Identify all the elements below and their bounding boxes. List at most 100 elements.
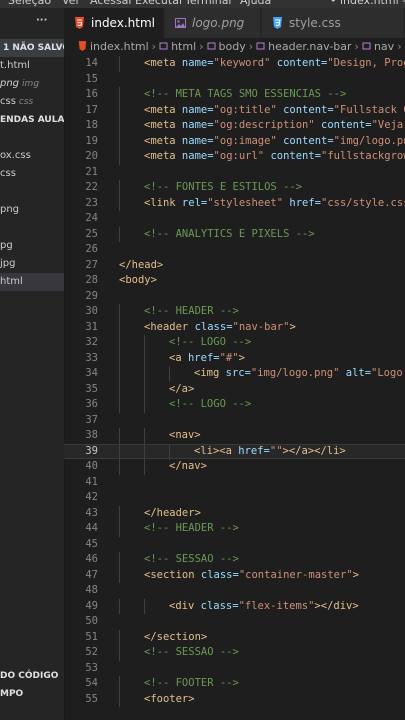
code-line[interactable]: 19 <meta name="og:image" content="img/log… xyxy=(64,133,405,149)
code-line[interactable]: 21 xyxy=(64,165,405,181)
code-token: "css/style.css xyxy=(321,196,405,209)
open-editors-unsaved[interactable]: 1 NÃO SALVO xyxy=(0,39,64,57)
breadcrumb-item[interactable]: body xyxy=(219,40,246,53)
code-line[interactable]: 15 xyxy=(64,72,405,88)
menu-item[interactable]: Acessar xyxy=(90,0,133,7)
code-line[interactable]: 49 <div class="flex-items"></div> xyxy=(64,598,405,614)
line-number: 24 xyxy=(85,212,98,224)
code-line[interactable]: 36 <!-- LOGO --> xyxy=(64,397,405,413)
sidebar-file-item[interactable]: jpg xyxy=(0,255,64,273)
code-line[interactable]: 27 </head> xyxy=(64,258,405,274)
code-line[interactable]: 29 xyxy=(64,289,405,305)
code-line[interactable]: 43 </header> xyxy=(64,505,405,521)
sidebar-file-item[interactable]: css xyxy=(0,165,64,183)
tab-style-css[interactable]: style.css xyxy=(262,8,405,38)
code-line[interactable]: 22 <!-- FONTES E ESTILOS --> xyxy=(64,180,405,196)
code-line[interactable]: 44 <!-- HEADER --> xyxy=(64,521,405,537)
indent-guide xyxy=(119,676,120,692)
code-token: href= xyxy=(181,351,220,364)
code-line[interactable]: 54 <!-- FOOTER --> xyxy=(64,676,405,692)
indent-guide xyxy=(119,505,120,521)
menu-item[interactable]: • index.html - Visual Studio Code xyxy=(330,0,405,7)
code-line[interactable]: 51 </section> xyxy=(64,629,405,645)
code-line[interactable]: 39 <li><a href=""></a></li> xyxy=(64,443,405,460)
code-line[interactable]: 52 <!-- SESSAO --> xyxy=(64,645,405,661)
sidebar-file-item[interactable]: png xyxy=(0,201,64,219)
breadcrumb-item[interactable]: index.html xyxy=(90,40,149,53)
menu-item[interactable]: Terminal xyxy=(185,0,232,7)
tab-logo-png[interactable]: logo.png xyxy=(165,8,261,38)
indent-guide xyxy=(119,118,120,134)
code-line[interactable]: 14 <meta name="keyword" content="Design, … xyxy=(64,56,405,72)
breadcrumb-item[interactable]: header.nav-bar xyxy=(268,40,351,53)
sidebar-folder-header[interactable]: ENDAS AULA... xyxy=(0,111,64,129)
tab-index-html[interactable]: index.html xyxy=(64,8,177,38)
breadcrumb-item[interactable]: nav xyxy=(374,40,394,53)
code-line[interactable]: 26 xyxy=(64,242,405,258)
sidebar-file-item[interactable]: html xyxy=(0,273,64,291)
code-line[interactable]: 34 <img src="img/logo.png" alt="Logo xyxy=(64,366,405,382)
sidebar-section-timeline[interactable]: DO CÓDIGO xyxy=(0,667,64,685)
code-token: ></a></li> xyxy=(282,444,346,457)
code-line[interactable]: 33 <a href="#"> xyxy=(64,350,405,366)
line-number: 46 xyxy=(85,553,98,565)
sidebar-section-outline[interactable]: MPO xyxy=(0,685,64,703)
code-token: <a xyxy=(169,351,182,364)
code-line[interactable]: 16 <!-- META TAGS SMO ESSENCIAS --> xyxy=(64,87,405,103)
breadcrumb-item[interactable]: html xyxy=(171,40,196,53)
more-actions-icon[interactable]: ··· xyxy=(36,12,64,30)
code-line[interactable]: 38 <nav> xyxy=(64,428,405,444)
code-line[interactable]: 20 <meta name="og:url" content="fullstack… xyxy=(64,149,405,165)
code-token: </a> xyxy=(169,382,195,395)
code-line[interactable]: 53 xyxy=(64,661,405,677)
menu-item[interactable]: Ver xyxy=(62,0,80,7)
sidebar-item-label: ox.css xyxy=(0,150,31,161)
code-token: </header> xyxy=(144,506,201,519)
code-line[interactable]: 31 <header class="nav-bar"> xyxy=(64,319,405,335)
code-token: rel= xyxy=(175,196,208,209)
code-line[interactable]: 25 <!-- ANALYTICS E PIXELS --> xyxy=(64,226,405,242)
sidebar-item-label: html xyxy=(0,276,23,287)
code-line[interactable]: 42 xyxy=(64,490,405,506)
code-line[interactable]: 28 <body> xyxy=(64,273,405,289)
code-editor[interactable]: 14 <meta name="keyword" content="Design, … xyxy=(64,56,405,720)
line-number: 35 xyxy=(85,382,98,395)
code-line[interactable]: 40 </nav> xyxy=(64,459,405,475)
html-icon xyxy=(78,39,87,51)
code-line[interactable]: 55 <footer> xyxy=(64,691,405,707)
code-line[interactable]: 35 </a> xyxy=(64,381,405,398)
indent-guide xyxy=(119,350,120,366)
code-line[interactable]: 46 <!-- SESSAO --> xyxy=(64,552,405,568)
sidebar-file-item[interactable]: png img xyxy=(0,75,64,93)
chevron-right-icon: › xyxy=(354,40,359,53)
code-line[interactable]: 37 xyxy=(64,413,405,429)
code-token: "img/logo.pn xyxy=(333,134,405,147)
code-token: content= xyxy=(276,134,334,147)
code-line[interactable]: 18 <meta name="og:description" content="V… xyxy=(64,118,405,134)
sidebar-file-item[interactable]: css css xyxy=(0,93,64,111)
indent-guide xyxy=(119,381,120,397)
code-token: <div xyxy=(169,599,195,612)
code-text: <!-- META TAGS SMO ESSENCIAS --> xyxy=(144,87,346,103)
menu-item[interactable]: Executar xyxy=(135,0,184,7)
line-number: 51 xyxy=(85,630,98,643)
code-line[interactable]: 41 xyxy=(64,475,405,491)
indent-guide xyxy=(144,335,145,351)
sidebar-file-item[interactable]: pg xyxy=(0,237,64,255)
code-token: <nav> xyxy=(169,429,201,441)
code-text: </a> xyxy=(169,382,194,398)
sidebar-file-item[interactable]: t.html xyxy=(0,57,64,75)
code-line[interactable]: 30 <!-- HEADER --> xyxy=(64,304,405,320)
code-line[interactable]: 17 <meta name="og:title" content="Fullsta… xyxy=(64,102,405,118)
code-line[interactable]: 47 <section class="container-master"> xyxy=(64,567,405,583)
menu-item[interactable]: Ajuda xyxy=(240,0,271,7)
sidebar-file-item[interactable]: ox.css xyxy=(0,147,64,165)
menu-item[interactable]: Seleção xyxy=(8,0,51,7)
code-line[interactable]: 23 <link rel="stylesheet" href="css/style… xyxy=(64,195,405,211)
code-token: "og:image" xyxy=(213,134,277,147)
code-line[interactable]: 50 xyxy=(64,614,405,630)
code-line[interactable]: 32 <!-- LOGO --> xyxy=(64,335,405,351)
code-line[interactable]: 48 xyxy=(64,583,405,599)
code-line[interactable]: 24 xyxy=(64,211,405,227)
code-line[interactable]: 45 xyxy=(64,537,405,553)
